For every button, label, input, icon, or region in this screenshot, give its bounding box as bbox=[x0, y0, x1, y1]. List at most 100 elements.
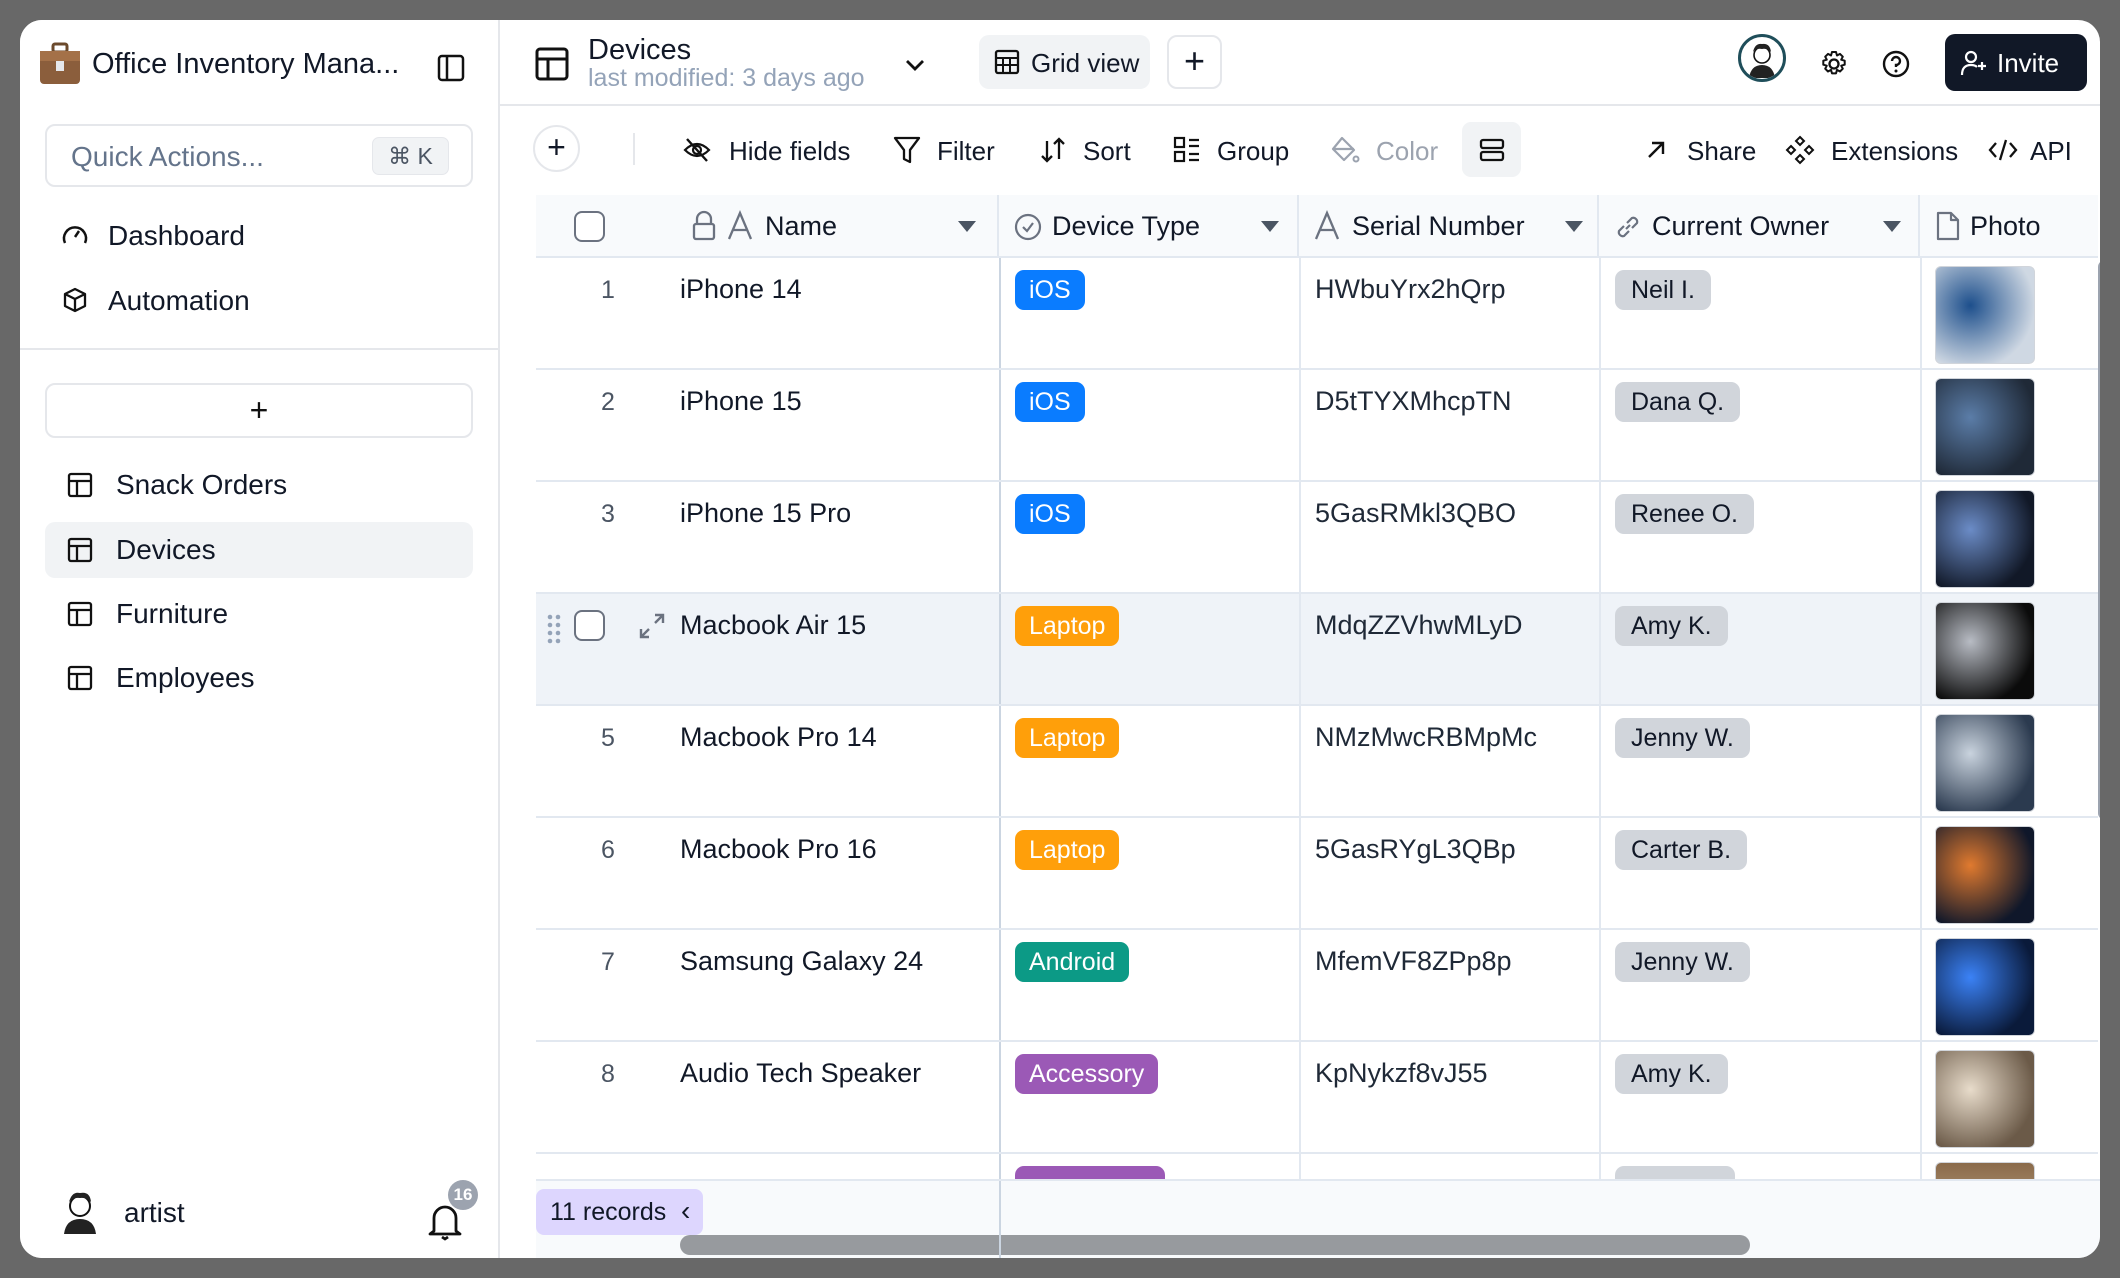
cell-serial-number[interactable]: HWbuYrx2hQrp bbox=[1315, 274, 1506, 305]
cell-serial-number[interactable]: NMzMwcRBMpMc bbox=[1315, 722, 1537, 753]
column-divider bbox=[1299, 706, 1301, 816]
cell-name[interactable]: iPhone 15 Pro bbox=[680, 498, 851, 529]
sidebar-item-devices[interactable]: Devices bbox=[45, 522, 473, 578]
device-photo-thumbnail[interactable] bbox=[1935, 602, 2035, 700]
table-row[interactable]: 3 iPhone 15 Pro iOS 5GasRMkl3QBO Renee O. bbox=[536, 482, 2098, 594]
owner-pill[interactable]: Renee O. bbox=[1615, 494, 1755, 534]
chevron-down-icon[interactable] bbox=[900, 50, 930, 80]
sidebar-item-snack-orders[interactable]: Snack Orders bbox=[45, 457, 473, 513]
select-all-checkbox[interactable] bbox=[574, 211, 605, 242]
sidebar-item-automation[interactable]: Automation bbox=[108, 285, 250, 317]
collapse-chevron-icon[interactable]: ‹ bbox=[681, 1195, 690, 1227]
device-photo-thumbnail[interactable] bbox=[1935, 378, 2035, 476]
cell-serial-number[interactable]: 5GasRYgL3QBp bbox=[1315, 834, 1516, 865]
device-photo-thumbnail[interactable] bbox=[1935, 490, 2035, 588]
cell-serial-number[interactable]: MdqZZVhwMLyD bbox=[1315, 610, 1523, 641]
expand-icon[interactable] bbox=[636, 610, 668, 642]
table-title[interactable]: Devices bbox=[588, 34, 691, 67]
cell-serial-number[interactable]: KpNykzf8vJ55 bbox=[1315, 1058, 1488, 1089]
filter-button[interactable]: Filter bbox=[937, 136, 995, 167]
share-button[interactable]: Share bbox=[1687, 136, 1756, 167]
owner-pill[interactable]: Jenny W. bbox=[1615, 942, 1750, 982]
device-type-badge[interactable]: iOS bbox=[1015, 494, 1085, 534]
vertical-scrollbar[interactable] bbox=[2098, 260, 2100, 820]
device-type-badge[interactable]: iOS bbox=[1015, 382, 1085, 422]
records-count-pill[interactable]: 11 records ‹ bbox=[536, 1189, 703, 1235]
help-icon[interactable] bbox=[1880, 48, 1912, 80]
device-type-badge[interactable]: Laptop bbox=[1015, 718, 1120, 758]
column-header-current-owner[interactable]: Current Owner bbox=[1599, 195, 1920, 258]
cell-name[interactable]: Macbook Pro 16 bbox=[680, 834, 877, 865]
owner-pill[interactable]: Dana Q. bbox=[1615, 382, 1741, 422]
profile-avatar[interactable] bbox=[1738, 34, 1786, 82]
column-header-device-type[interactable]: Device Type bbox=[999, 195, 1299, 258]
cell-serial-number[interactable]: 5GasRMkl3QBO bbox=[1315, 498, 1516, 529]
owner-pill[interactable]: Jenny W. bbox=[1615, 718, 1750, 758]
column-menu-caret[interactable] bbox=[1261, 221, 1279, 232]
sort-button[interactable]: Sort bbox=[1083, 136, 1131, 167]
owner-pill[interactable]: Amy K. bbox=[1615, 606, 1728, 646]
device-type-badge[interactable]: Android bbox=[1015, 942, 1130, 982]
cell-serial-number[interactable]: D5tTYXMhcpTN bbox=[1315, 386, 1512, 417]
invite-button[interactable]: Invite bbox=[1945, 34, 2087, 91]
cell-serial-number[interactable]: MfemVF8ZPp8p bbox=[1315, 946, 1512, 977]
device-type-badge[interactable]: Laptop bbox=[1015, 606, 1120, 646]
sidebar-item-employees[interactable]: Employees bbox=[45, 650, 473, 706]
device-photo-thumbnail[interactable] bbox=[1935, 1162, 2035, 1179]
table-row-partial[interactable] bbox=[536, 1154, 2098, 1179]
row-height-button[interactable] bbox=[1462, 122, 1521, 177]
column-menu-caret[interactable] bbox=[958, 221, 976, 232]
group-button[interactable]: Group bbox=[1217, 136, 1289, 167]
owner-pill[interactable] bbox=[1615, 1166, 1735, 1179]
add-record-button[interactable]: + bbox=[533, 125, 580, 172]
add-view-button[interactable]: + bbox=[1167, 35, 1222, 89]
device-photo-thumbnail[interactable] bbox=[1935, 1050, 2035, 1148]
cell-name[interactable]: Macbook Pro 14 bbox=[680, 722, 877, 753]
owner-pill[interactable]: Neil I. bbox=[1615, 270, 1711, 310]
add-table-button[interactable]: + bbox=[45, 383, 473, 438]
sidebar-toggle-icon[interactable] bbox=[434, 51, 468, 85]
device-type-badge[interactable]: iOS bbox=[1015, 270, 1085, 310]
column-menu-caret[interactable] bbox=[1565, 221, 1583, 232]
horizontal-scrollbar[interactable] bbox=[680, 1235, 1750, 1255]
quick-actions-input[interactable]: Quick Actions... ⌘ K bbox=[45, 124, 473, 187]
column-header-photo[interactable]: Photo bbox=[1920, 195, 2098, 258]
table-row[interactable]: 8 Audio Tech Speaker Accessory KpNykzf8vJ55… bbox=[536, 1042, 2098, 1154]
device-photo-thumbnail[interactable] bbox=[1935, 714, 2035, 812]
hide-fields-button[interactable]: Hide fields bbox=[729, 136, 850, 167]
cell-name[interactable]: iPhone 14 bbox=[680, 274, 802, 305]
device-type-badge[interactable]: Laptop bbox=[1015, 830, 1120, 870]
table-row[interactable]: Macbook Air 15 Laptop MdqZZVhwMLyD Amy K. bbox=[536, 594, 2098, 706]
grid-view-button[interactable]: Grid view bbox=[979, 35, 1150, 89]
device-photo-thumbnail[interactable] bbox=[1935, 826, 2035, 924]
table-row[interactable]: 1 iPhone 14 iOS HWbuYrx2hQrp Neil I. bbox=[536, 258, 2098, 370]
column-header-serial-number[interactable]: Serial Number bbox=[1299, 195, 1599, 258]
column-divider bbox=[1299, 1042, 1301, 1152]
owner-pill[interactable]: Amy K. bbox=[1615, 1054, 1728, 1094]
owner-pill[interactable]: Carter B. bbox=[1615, 830, 1748, 870]
table-row[interactable]: 6 Macbook Pro 16 Laptop 5GasRYgL3QBp Carter … bbox=[536, 818, 2098, 930]
api-button[interactable]: API bbox=[2030, 136, 2072, 167]
workspace-title[interactable]: Office Inventory Mana... bbox=[92, 48, 399, 81]
row-checkbox[interactable] bbox=[574, 610, 605, 641]
color-button[interactable]: Color bbox=[1376, 136, 1438, 167]
cell-name[interactable]: Macbook Air 15 bbox=[680, 610, 866, 641]
table-row[interactable]: 2 iPhone 15 iOS D5tTYXMhcpTN Dana Q. bbox=[536, 370, 2098, 482]
column-menu-caret[interactable] bbox=[1883, 221, 1901, 232]
column-header-name[interactable]: Name bbox=[644, 195, 999, 258]
extensions-button[interactable]: Extensions bbox=[1831, 136, 1958, 167]
device-type-badge[interactable] bbox=[1015, 1166, 1165, 1179]
drag-handle-icon[interactable] bbox=[544, 612, 564, 646]
table-row[interactable]: 5 Macbook Pro 14 Laptop NMzMwcRBMpMc Jenny W… bbox=[536, 706, 2098, 818]
sidebar-item-furniture[interactable]: Furniture bbox=[45, 586, 473, 642]
cell-name[interactable]: iPhone 15 bbox=[680, 386, 802, 417]
device-type-badge[interactable]: Accessory bbox=[1015, 1054, 1159, 1094]
gear-icon[interactable] bbox=[1818, 48, 1850, 80]
cell-name[interactable]: Samsung Galaxy 24 bbox=[680, 946, 923, 977]
device-photo-thumbnail[interactable] bbox=[1935, 938, 2035, 1036]
user-avatar[interactable] bbox=[58, 1188, 102, 1236]
table-row[interactable]: 7 Samsung Galaxy 24 Android MfemVF8ZPp8p Jen… bbox=[536, 930, 2098, 1042]
sidebar-item-dashboard[interactable]: Dashboard bbox=[108, 220, 245, 252]
device-photo-thumbnail[interactable] bbox=[1935, 266, 2035, 364]
cell-name[interactable]: Audio Tech Speaker bbox=[680, 1058, 921, 1089]
